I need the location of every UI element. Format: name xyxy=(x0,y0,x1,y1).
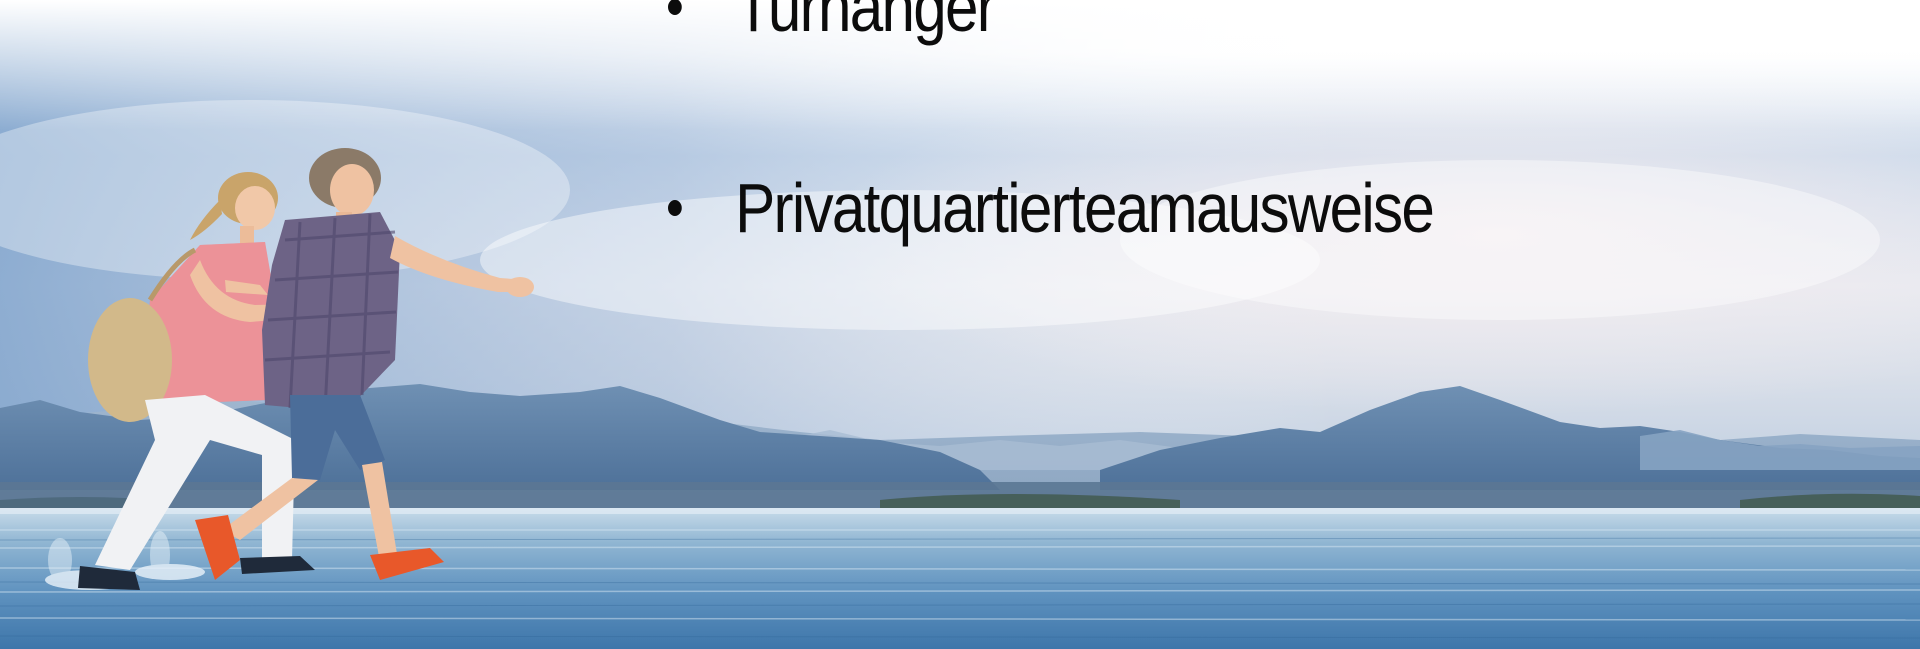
bullet-text: Turnanger xyxy=(735,0,997,46)
bullet-dot xyxy=(668,200,682,216)
bullet-item-turnanger: Turnanger xyxy=(668,0,997,46)
bullet-text: Privatquartierteamausweise xyxy=(735,169,1435,247)
presentation-slide: Turnanger Privatquartierteamausweise xyxy=(0,0,1920,649)
bullet-item-privatquartierteamausweise: Privatquartierteamausweise xyxy=(668,169,1435,247)
bullet-dot xyxy=(668,0,682,15)
slide-bullet-list: Turnanger Privatquartierteamausweise xyxy=(0,0,1920,649)
